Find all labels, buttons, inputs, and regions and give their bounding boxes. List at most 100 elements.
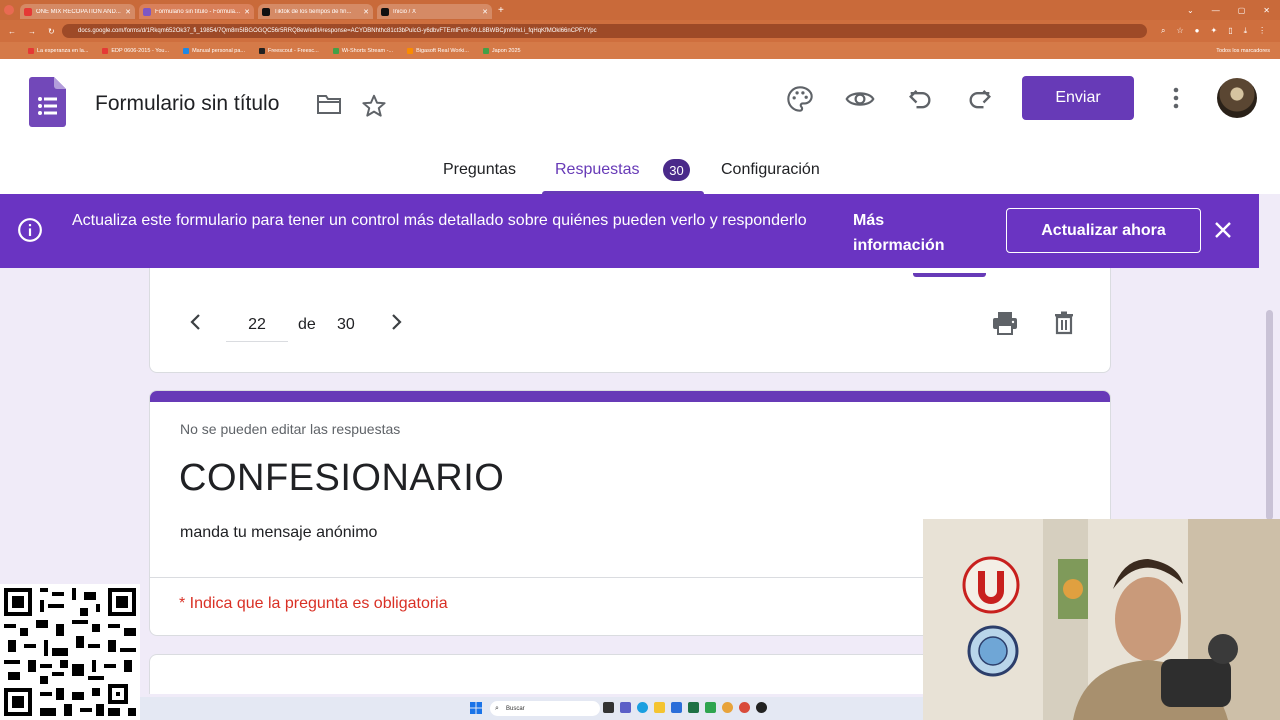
address-bar-row: ← → ↻ docs.google.com/forms/d/1Rkqm652Ok…: [0, 20, 1280, 42]
chrome-profile-icon[interactable]: [739, 702, 750, 713]
browser-menu-icon[interactable]: [4, 5, 14, 15]
edge-icon[interactable]: [637, 702, 648, 713]
of-label: de: [298, 316, 316, 333]
browser-tab[interactable]: Inicio / X ✕: [377, 4, 492, 19]
qr-code-image: [0, 584, 140, 720]
readonly-note: No se pueden editar las respuestas: [180, 421, 401, 437]
preview-eye-icon[interactable]: [845, 85, 875, 113]
close-tab-icon[interactable]: ✕: [363, 8, 369, 16]
total-responses: 30: [337, 316, 355, 333]
update-now-button[interactable]: Actualizar ahora: [1006, 208, 1201, 253]
window-controls: ⌄ — ▢ ✕: [1187, 6, 1280, 15]
close-tab-icon[interactable]: ✕: [244, 8, 250, 16]
chevron-left-icon[interactable]: [187, 312, 205, 332]
split-icon[interactable]: ▯: [1228, 26, 1232, 36]
bookmark-item[interactable]: Freescout - Freesc...: [258, 47, 319, 54]
browser-tab-label: Formulario sin título - Formula...: [155, 8, 241, 15]
more-info-link[interactable]: Más información: [853, 208, 963, 258]
redo-icon[interactable]: [966, 85, 994, 113]
maximize-icon[interactable]: ▢: [1238, 6, 1246, 15]
google-forms-logo-icon[interactable]: [29, 77, 66, 127]
windows-start-icon[interactable]: [470, 702, 482, 714]
excel-icon[interactable]: [688, 702, 699, 713]
palette-icon[interactable]: [786, 85, 814, 113]
browser-tab[interactable]: ONE MIX RECOPATION AND... ✕: [20, 4, 135, 19]
browser-tab-label: Inicio / X: [393, 8, 417, 15]
form-description: manda tu mensaje anónimo: [180, 524, 378, 541]
extension-icon[interactable]: ●: [1195, 26, 1200, 36]
tab-configuracion[interactable]: Configuración: [721, 161, 820, 179]
delete-icon[interactable]: [1053, 311, 1075, 335]
close-window-icon[interactable]: ✕: [1263, 6, 1270, 15]
os-taskbar: ⌕ Buscar: [140, 697, 923, 720]
bookmark-favicon-icon: [183, 47, 190, 54]
minimize-icon[interactable]: —: [1212, 6, 1220, 15]
browser-tab-active[interactable]: Formulario sin título - Formula... ✕: [139, 4, 254, 19]
close-tab-icon[interactable]: ✕: [125, 8, 131, 16]
bookmark-star-icon[interactable]: ☆: [1176, 26, 1183, 36]
bookmark-label: EDP 0606-2015 - You...: [111, 47, 170, 54]
undo-icon[interactable]: [906, 85, 934, 113]
teams-icon[interactable]: [620, 702, 631, 713]
folder-icon[interactable]: [316, 93, 342, 115]
more-options-icon[interactable]: [1166, 85, 1186, 111]
bookmark-item[interactable]: Manual personal pa...: [183, 47, 245, 54]
browser-kebab-icon[interactable]: ⋮: [1258, 26, 1266, 36]
puzzle-icon[interactable]: ✦: [1211, 26, 1218, 36]
taskbar-search-placeholder: Buscar: [506, 705, 525, 712]
info-icon: [18, 218, 42, 242]
all-bookmarks[interactable]: Todos los marcadores: [1216, 48, 1280, 54]
star-icon[interactable]: [361, 93, 387, 119]
print-icon[interactable]: [992, 311, 1018, 335]
bookmark-favicon-icon: [102, 47, 109, 54]
bookmark-item[interactable]: Japon 2025: [482, 47, 521, 54]
close-tab-icon[interactable]: ✕: [482, 8, 488, 16]
bookmark-item[interactable]: Bigasoft Real Worki...: [407, 47, 469, 54]
obs-icon[interactable]: [756, 702, 767, 713]
search-icon: ⌕: [495, 704, 499, 712]
send-button[interactable]: Enviar: [1022, 76, 1134, 120]
response-number-input[interactable]: 22: [226, 308, 288, 342]
chevron-right-icon[interactable]: [387, 312, 405, 332]
response-navigator-card: 22 de 30: [149, 268, 1111, 373]
nav-buttons: ← → ↻: [0, 27, 62, 36]
zoom-icon[interactable]: ⌕: [1161, 26, 1165, 36]
bookmark-label: Freescout - Freesc...: [267, 47, 319, 54]
bookmark-label: La esperanza en la...: [37, 47, 89, 54]
chrome-icon[interactable]: [722, 702, 733, 713]
download-icon[interactable]: ⤓: [1244, 26, 1248, 36]
task-view-icon[interactable]: [603, 702, 614, 713]
bookmark-item[interactable]: EDP 0606-2015 - You...: [102, 47, 170, 54]
tiktok-icon: [262, 7, 270, 16]
account-avatar[interactable]: [1217, 78, 1257, 118]
title-card-accent-band: [150, 391, 1110, 402]
close-icon[interactable]: [1213, 220, 1233, 240]
back-icon[interactable]: ←: [8, 27, 16, 36]
tab-respuestas[interactable]: Respuestas: [555, 161, 640, 179]
forward-icon[interactable]: →: [28, 27, 36, 36]
profile-icon[interactable]: ⌄: [1187, 6, 1194, 15]
document-title[interactable]: Formulario sin título: [95, 92, 279, 116]
new-tab-button[interactable]: +: [498, 5, 504, 16]
bookmarks-bar: La esperanza en la... EDP 0606-2015 - Yo…: [0, 42, 1280, 59]
store-icon[interactable]: [671, 702, 682, 713]
app-icon[interactable]: [705, 702, 716, 713]
taskbar-apps: [603, 702, 767, 713]
bookmark-item[interactable]: La esperanza en la...: [28, 47, 89, 54]
bookmark-label: Wi-Shorts Stream -...: [341, 47, 394, 54]
reload-icon[interactable]: ↻: [48, 27, 55, 36]
file-explorer-icon[interactable]: [654, 702, 665, 713]
taskbar-search-input[interactable]: ⌕ Buscar: [490, 701, 600, 716]
bookmark-item[interactable]: Wi-Shorts Stream -...: [332, 47, 394, 54]
bookmark-favicon-icon: [258, 47, 265, 54]
browser-tab[interactable]: Tiktok de los tiempos de fin... ✕: [258, 4, 373, 19]
bookmark-favicon-icon: [28, 47, 34, 54]
x-icon: [381, 7, 389, 16]
url-input[interactable]: docs.google.com/forms/d/1Rkqm652Ok37_fi_…: [62, 24, 1147, 38]
bookmark-label: Bigasoft Real Worki...: [416, 47, 469, 54]
tab-preguntas[interactable]: Preguntas: [443, 161, 516, 179]
browser-tab-strip: ONE MIX RECOPATION AND... ✕ Formulario s…: [0, 0, 1280, 20]
bookmark-favicon-icon: [482, 47, 489, 54]
scrollbar-thumb[interactable]: [1266, 310, 1273, 520]
bookmark-favicon-icon: [332, 47, 339, 54]
